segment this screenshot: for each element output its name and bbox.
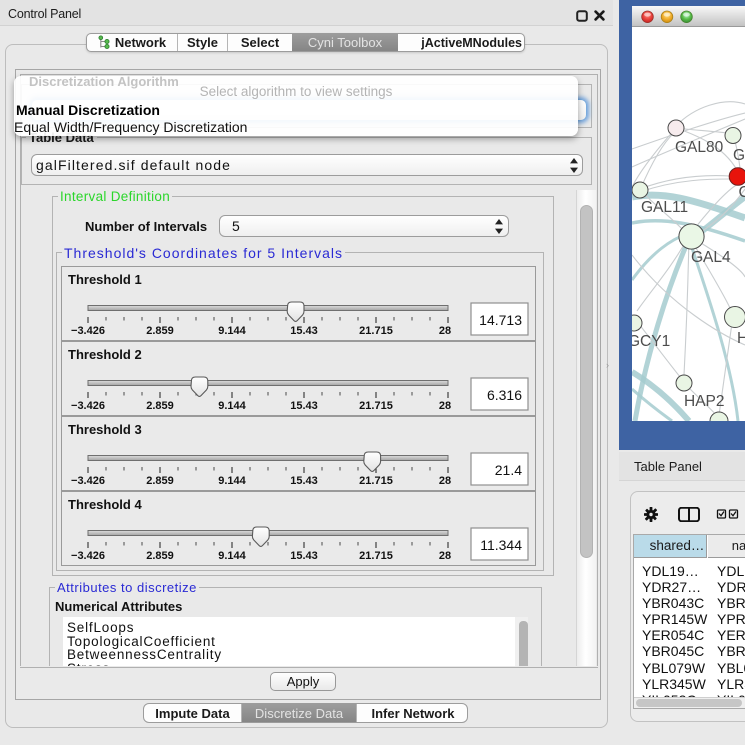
svg-text:6.316: 6.316 (487, 387, 522, 403)
svg-text:9.144: 9.144 (218, 550, 246, 562)
svg-text:HAP2: HAP2 (684, 393, 725, 410)
svg-text:15.43: 15.43 (290, 400, 318, 412)
svg-text:21.715: 21.715 (359, 550, 393, 562)
svg-text:28: 28 (439, 475, 451, 487)
svg-text:2.859: 2.859 (146, 550, 174, 562)
svg-text:15.43: 15.43 (290, 475, 318, 487)
svg-text:14.713: 14.713 (479, 312, 522, 328)
svg-text:2.859: 2.859 (146, 475, 174, 487)
svg-text:GAL11: GAL11 (641, 199, 688, 216)
svg-text:H: H (737, 330, 745, 347)
svg-text:−3.426: −3.426 (71, 475, 105, 487)
svg-text:28: 28 (439, 550, 451, 562)
svg-text:15.43: 15.43 (290, 550, 318, 562)
svg-text:28: 28 (439, 325, 451, 337)
svg-text:21.715: 21.715 (359, 325, 393, 337)
svg-text:−3.426: −3.426 (71, 400, 105, 412)
svg-text:9.144: 9.144 (218, 400, 246, 412)
svg-text:21.715: 21.715 (359, 475, 393, 487)
svg-text:2.859: 2.859 (146, 325, 174, 337)
svg-text:GCY1: GCY1 (632, 333, 670, 350)
svg-text:28: 28 (439, 400, 451, 412)
svg-text:−3.426: −3.426 (71, 550, 105, 562)
svg-text:−3.426: −3.426 (71, 325, 105, 337)
svg-text:9.144: 9.144 (218, 325, 246, 337)
svg-text:9.144: 9.144 (218, 475, 246, 487)
svg-text:11.344: 11.344 (480, 537, 522, 553)
svg-text:21.715: 21.715 (359, 400, 393, 412)
svg-text:GA: GA (733, 147, 745, 164)
svg-text:15.43: 15.43 (290, 325, 318, 337)
svg-text:2.859: 2.859 (146, 400, 174, 412)
svg-text:21.4: 21.4 (495, 462, 522, 478)
svg-text:GAL4: GAL4 (691, 249, 731, 266)
svg-text:C: C (739, 184, 745, 201)
svg-text:GAL80: GAL80 (675, 139, 724, 156)
